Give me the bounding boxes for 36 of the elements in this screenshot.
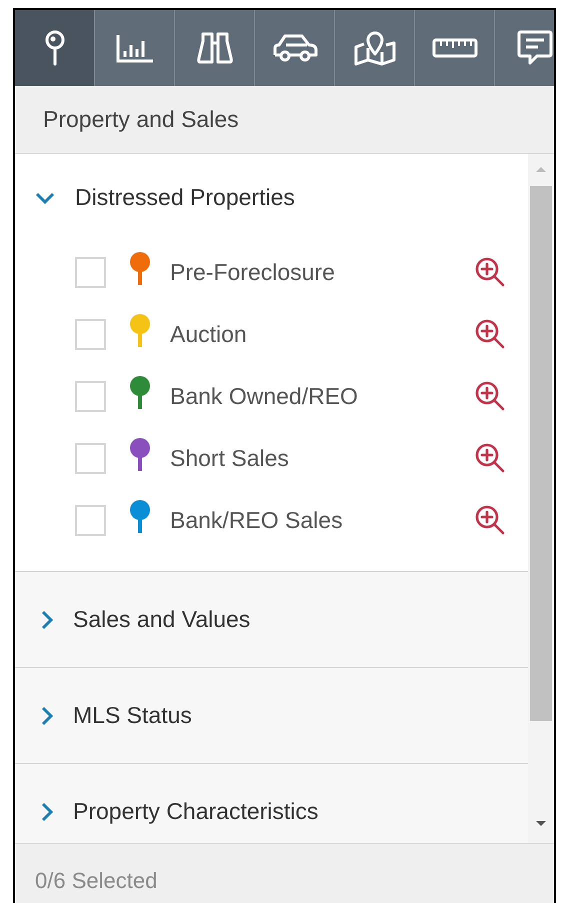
comment-icon	[516, 30, 552, 66]
bar-chart-icon	[116, 33, 154, 63]
scrollbar[interactable]	[528, 154, 554, 843]
layer-label: Short Sales	[170, 444, 290, 473]
checkbox[interactable]	[75, 504, 106, 536]
panel-title: Property and Sales	[15, 86, 554, 154]
chevron-right-icon	[41, 610, 53, 630]
binoculars-icon	[196, 31, 232, 65]
scroll-down-icon[interactable]	[534, 819, 548, 829]
layer-label: Bank/REO Sales	[170, 506, 344, 535]
checkbox[interactable]	[75, 256, 106, 288]
scrollbar-thumb[interactable]	[530, 186, 552, 721]
zoom-in-icon[interactable]	[474, 318, 506, 350]
chevron-down-icon	[35, 192, 55, 204]
section-header[interactable]: MLS Status	[15, 668, 528, 763]
section-header[interactable]: Sales and Values	[15, 572, 528, 667]
zoom-in-icon[interactable]	[474, 256, 506, 288]
layer-label: Pre-Foreclosure	[170, 258, 336, 287]
section-header[interactable]: Distressed Properties	[15, 154, 528, 241]
checkbox[interactable]	[75, 442, 106, 474]
chevron-right-icon	[41, 802, 53, 822]
zoom-in-icon[interactable]	[474, 380, 506, 412]
car-icon	[272, 32, 318, 64]
checkbox[interactable]	[75, 318, 106, 350]
map-pin-icon	[354, 30, 396, 66]
selection-count: 0/6 Selected	[35, 867, 158, 895]
zoom-in-icon[interactable]	[474, 504, 506, 536]
pin-icon	[44, 30, 66, 66]
section-header[interactable]: Property Characteristics	[15, 764, 528, 843]
layer-label: Bank Owned/REO	[170, 382, 359, 411]
zoom-in-icon[interactable]	[474, 442, 506, 474]
toolbar-tab[interactable]	[15, 10, 95, 86]
chevron-right-icon	[41, 706, 53, 726]
ruler-icon	[432, 38, 478, 58]
layer-label: Auction	[170, 320, 248, 349]
checkbox[interactable]	[75, 380, 106, 412]
